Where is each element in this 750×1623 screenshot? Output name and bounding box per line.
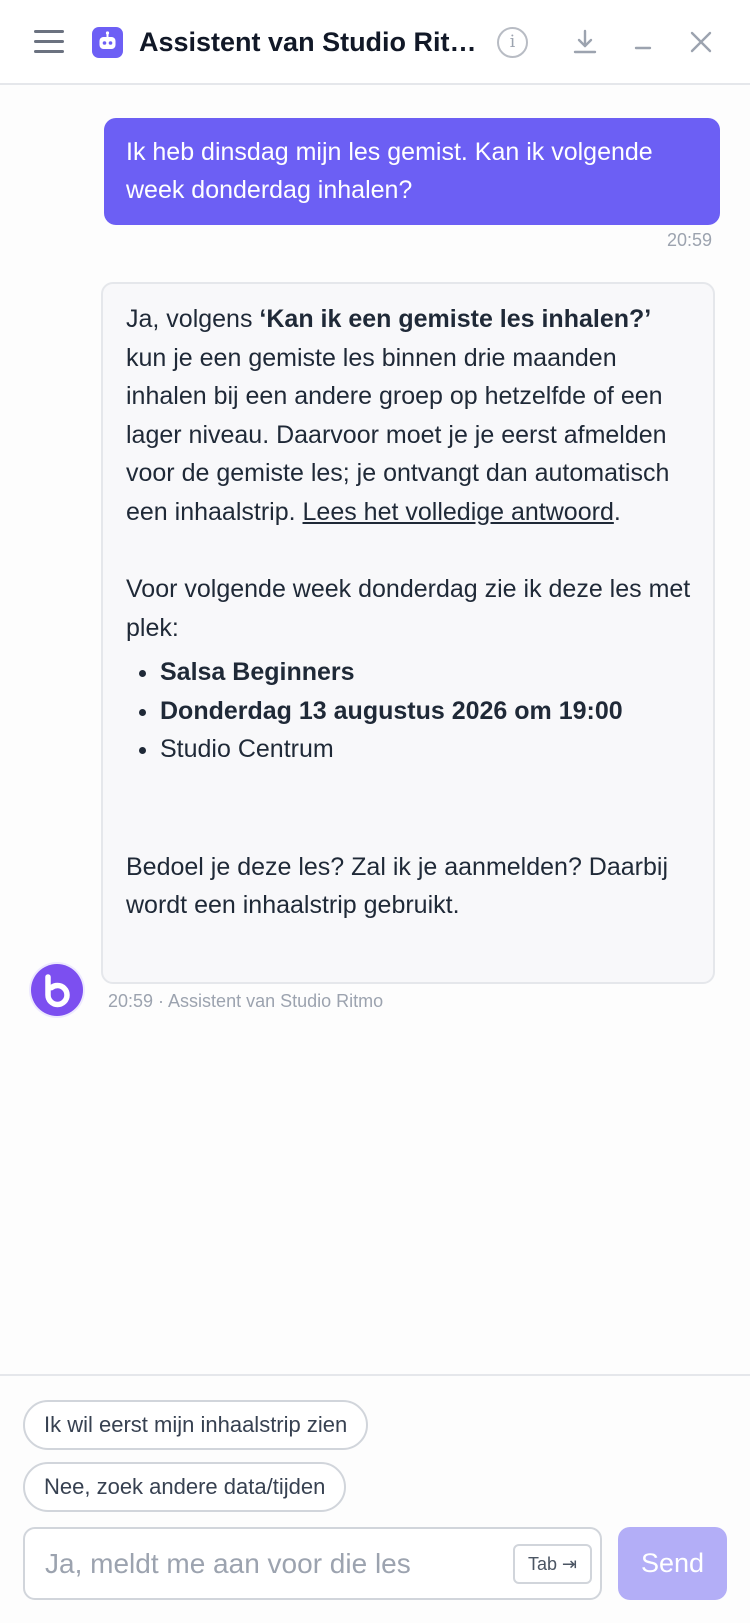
message-input[interactable] bbox=[45, 1529, 485, 1598]
bot-message-bubble: Ja, volgens ‘Kan ik een gemiste les inha… bbox=[101, 282, 715, 984]
close-icon[interactable] bbox=[685, 26, 717, 58]
suggestion-chip-inhaalstrip[interactable]: Ik wil eerst mijn inhaalstrip zien bbox=[23, 1400, 369, 1450]
chat-title: Assistent van Studio Ritmo bbox=[139, 27, 479, 57]
bot-message-meta: 20:59 · Assistent van Studio Ritmo bbox=[108, 991, 384, 1011]
availability-text: Voor volgende week donderdag zie ik deze… bbox=[126, 575, 691, 642]
bot-intro-paragraph: Ja, volgens ‘Kan ik een gemiste les inha… bbox=[126, 300, 691, 531]
list-item: Donderdag 13 augustus 2026 om 19:00 bbox=[160, 692, 691, 731]
full-answer-link[interactable]: Lees het volledige antwoord bbox=[303, 498, 614, 526]
user-message-time: 20:59 bbox=[666, 230, 712, 250]
link-suffix: . bbox=[613, 497, 621, 526]
bot-intro-prefix: Ja, volgens bbox=[126, 305, 260, 333]
robot-icon bbox=[92, 27, 123, 58]
class-details-list: Salsa Beginners Donderdag 13 augustus 20… bbox=[126, 653, 691, 769]
list-item: Salsa Beginners bbox=[160, 653, 691, 692]
minimize-icon[interactable] bbox=[627, 26, 659, 58]
class-datetime: Donderdag 13 augustus 2026 om 19:00 bbox=[160, 696, 623, 725]
bot-question: Bedoel je deze les? Zal ik je aanmelden?… bbox=[126, 852, 668, 920]
tab-hint-badge: Tab ⇥ bbox=[513, 1544, 592, 1584]
user-message-bubble: Ik heb dinsdag mijn les gemist. Kan ik v… bbox=[104, 118, 720, 225]
message-input-container: Tab ⇥ bbox=[23, 1527, 602, 1600]
info-icon[interactable]: i bbox=[497, 27, 528, 58]
list-item: Studio Centrum bbox=[160, 730, 691, 769]
faq-title: ‘Kan ik een gemiste les inhalen?’ bbox=[259, 305, 652, 333]
bot-avatar-icon bbox=[31, 964, 83, 1016]
suggestion-chip-other-dates[interactable]: Nee, zoek andere data/tijden bbox=[23, 1462, 347, 1512]
download-icon[interactable] bbox=[569, 26, 601, 58]
send-button[interactable]: Send bbox=[618, 1527, 727, 1600]
class-name: Salsa Beginners bbox=[160, 658, 355, 686]
footer-divider bbox=[0, 1374, 750, 1376]
class-location: Studio Centrum bbox=[160, 735, 334, 763]
hamburger-icon[interactable] bbox=[34, 28, 66, 56]
chat-header: Assistent van Studio Ritmo i bbox=[0, 0, 750, 85]
